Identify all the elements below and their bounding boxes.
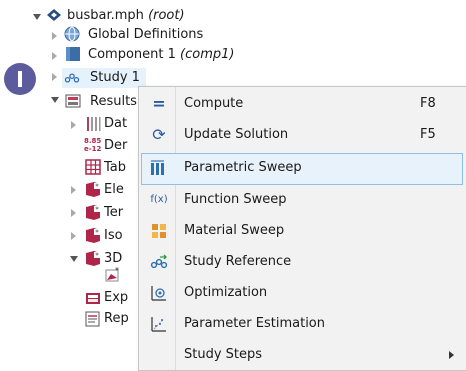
optimization-icon bbox=[151, 286, 166, 301]
root-label: busbar.mph bbox=[67, 8, 144, 23]
expand-toggle-results[interactable] bbox=[51, 97, 59, 103]
tree-item-reports[interactable]: Rep bbox=[104, 311, 129, 326]
tree-item-tables[interactable]: Tab bbox=[104, 160, 126, 175]
study-reference-icon bbox=[150, 254, 168, 269]
plot-group-icon: * bbox=[86, 228, 100, 243]
menu-item-study-steps-label: Study Steps bbox=[184, 347, 263, 362]
menu-item-update-solution-label: Update Solution bbox=[184, 127, 289, 142]
menu-item-material-sweep[interactable]: Material Sweep bbox=[140, 216, 464, 246]
component-icon bbox=[66, 47, 80, 61]
tree-item-results[interactable]: Results bbox=[90, 94, 137, 109]
comsol-model-icon bbox=[47, 9, 61, 21]
menu-item-compute-label: Compute bbox=[184, 96, 244, 111]
plot-group-icon: * bbox=[86, 205, 100, 220]
derived-values-icon: 8.85 e-12 bbox=[84, 137, 102, 153]
svg-text:*: * bbox=[115, 266, 119, 275]
tree-item-study[interactable]: Study 1 bbox=[90, 70, 140, 85]
expand-toggle-plot-4[interactable] bbox=[70, 256, 78, 262]
menu-item-parametric-sweep-label: Parametric Sweep bbox=[184, 160, 302, 175]
menu-item-function-sweep-label: Function Sweep bbox=[184, 192, 287, 207]
surface-plot-icon: * bbox=[105, 266, 119, 282]
expand-toggle-component[interactable] bbox=[52, 52, 57, 60]
expand-toggle-plot-1[interactable] bbox=[71, 186, 76, 194]
tables-icon bbox=[85, 159, 101, 175]
tree-item-plot-group-3[interactable]: Iso bbox=[104, 228, 123, 243]
expand-toggle-data-sets[interactable] bbox=[71, 121, 76, 129]
expand-toggle-study[interactable] bbox=[52, 73, 57, 81]
reports-icon bbox=[85, 311, 100, 327]
menu-item-optimization[interactable]: Optimization bbox=[140, 278, 464, 308]
step-badge bbox=[4, 63, 36, 95]
context-menu: = Compute F8 ⟳ Update Solution F5 Parame… bbox=[138, 86, 466, 371]
svg-text:*: * bbox=[95, 183, 99, 191]
menu-item-parameter-estimation[interactable]: Parameter Estimation bbox=[140, 309, 464, 339]
svg-text:*: * bbox=[95, 252, 99, 260]
tree-item-component[interactable]: Component 1 (comp1) bbox=[88, 47, 234, 62]
menu-item-study-reference-label: Study Reference bbox=[184, 254, 292, 269]
tree-item-derived-values[interactable]: Der bbox=[104, 138, 127, 153]
root-suffix: (root) bbox=[148, 8, 185, 23]
menu-item-compute-shortcut: F8 bbox=[420, 96, 436, 111]
data-sets-icon bbox=[87, 117, 101, 131]
update-solution-icon: ⟳ bbox=[152, 125, 166, 144]
menu-item-parametric-sweep[interactable]: Parametric Sweep bbox=[141, 153, 463, 185]
tree-item-root[interactable]: busbar.mph (root) bbox=[67, 8, 185, 23]
menu-item-study-steps[interactable]: Study Steps bbox=[140, 340, 464, 370]
expand-toggle-plot-2[interactable] bbox=[71, 209, 76, 217]
svg-text:*: * bbox=[95, 229, 99, 237]
parametric-sweep-icon bbox=[151, 160, 164, 175]
plot-group-icon: * bbox=[86, 251, 100, 266]
submenu-arrow-icon bbox=[449, 351, 454, 359]
tree-item-export[interactable]: Exp bbox=[104, 290, 128, 305]
tree-item-data-sets[interactable]: Dat bbox=[104, 116, 127, 131]
material-sweep-icon bbox=[152, 224, 166, 238]
menu-item-update-solution-shortcut: F5 bbox=[420, 127, 436, 142]
svg-text:*: * bbox=[95, 206, 99, 214]
menu-item-parameter-estimation-label: Parameter Estimation bbox=[184, 316, 325, 331]
menu-item-study-reference[interactable]: Study Reference bbox=[140, 247, 464, 277]
expand-toggle-root[interactable] bbox=[33, 14, 41, 20]
export-icon bbox=[86, 293, 100, 304]
menu-item-optimization-label: Optimization bbox=[184, 285, 268, 300]
component-suffix: (comp1) bbox=[180, 47, 235, 62]
function-sweep-icon: f(x) bbox=[150, 194, 168, 205]
study-icon bbox=[64, 73, 80, 83]
compute-icon: = bbox=[152, 94, 166, 113]
menu-item-material-sweep-label: Material Sweep bbox=[184, 223, 285, 238]
tree-item-plot-group-1[interactable]: Ele bbox=[104, 182, 124, 197]
expand-toggle-plot-3[interactable] bbox=[71, 232, 76, 240]
derived-values-icon-bottom: e-12 bbox=[84, 145, 102, 153]
tree-item-plot-group-3d[interactable]: 3D bbox=[104, 251, 122, 266]
menu-item-update-solution[interactable]: ⟳ Update Solution F5 bbox=[140, 120, 464, 150]
parameter-estimation-icon bbox=[151, 317, 166, 332]
menu-item-compute[interactable]: = Compute F8 bbox=[140, 89, 464, 119]
expand-toggle-global-definitions[interactable] bbox=[52, 32, 57, 40]
globe-icon bbox=[64, 26, 80, 42]
component-label: Component 1 bbox=[88, 47, 176, 62]
tree-item-global-definitions[interactable]: Global Definitions bbox=[88, 27, 203, 42]
tree-item-plot-group-2[interactable]: Ter bbox=[104, 205, 123, 220]
plot-group-icon: * bbox=[86, 182, 100, 197]
results-icon bbox=[65, 94, 81, 108]
menu-item-function-sweep[interactable]: f(x) Function Sweep bbox=[140, 185, 464, 215]
derived-values-icon-top: 8.85 bbox=[84, 137, 102, 145]
